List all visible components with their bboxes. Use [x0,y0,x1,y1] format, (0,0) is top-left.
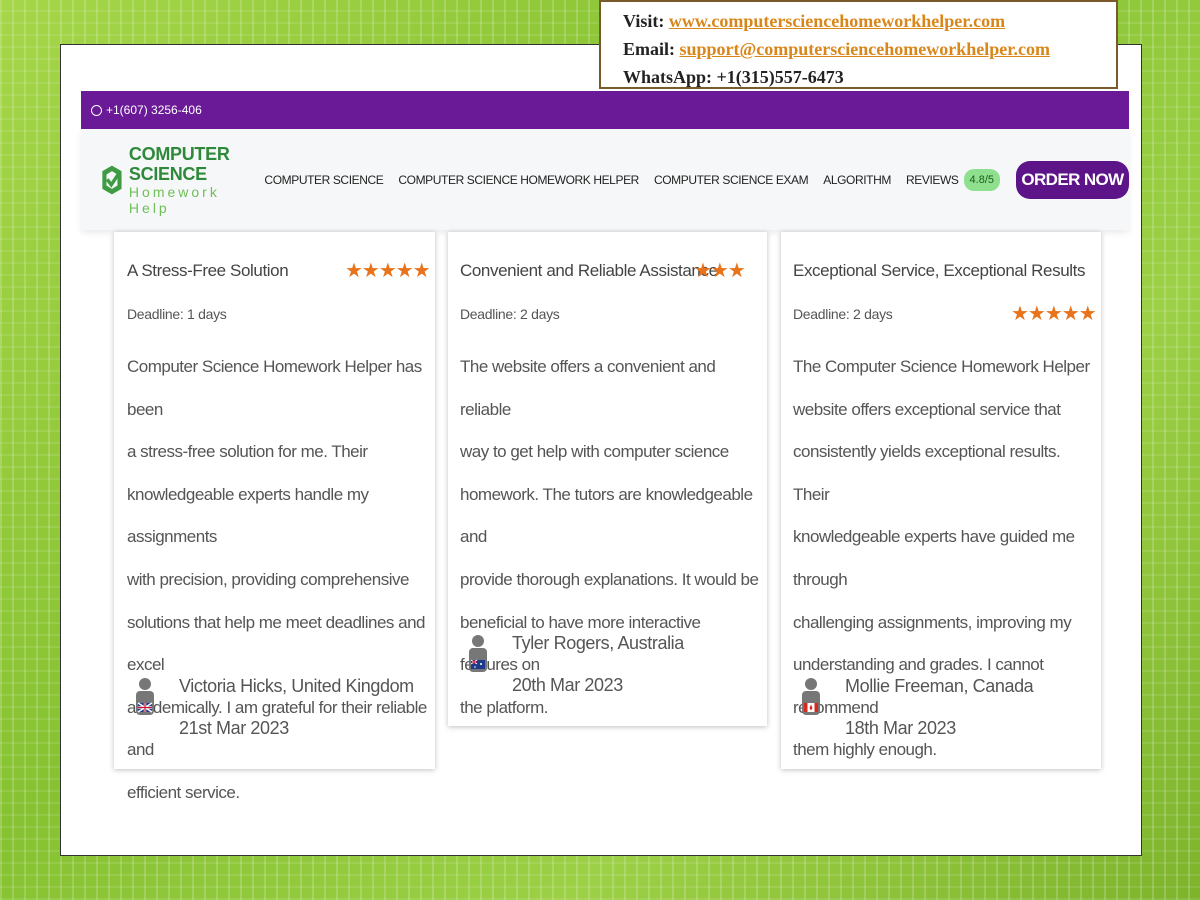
review-deadline: Deadline: 2 days [460,306,560,322]
canada-flag-icon [804,703,818,712]
user-avatar-icon [802,678,820,715]
navbar: COMPUTER SCIENCE Homework Help COMPUTER … [81,129,1129,230]
logo-mark-icon [102,165,122,194]
review-text: The Computer Science Homework Helper web… [793,346,1093,772]
reviewer-name: Mollie Freeman, Canada [845,676,1034,696]
review-text: Computer Science Homework Helper has bee… [127,346,427,815]
email-label: Email: [623,39,675,59]
review-line: The website offers a convenient and reli… [460,357,716,419]
review-line: homework. The tutors are knowledgeable a… [460,484,753,547]
logo-title: COMPUTER SCIENCE [128,143,230,184]
rating-badge: 4.8/5 [963,168,1000,191]
review-deadline: Deadline: 1 days [127,306,227,322]
menu-item-computer-science[interactable]: COMPUTER SCIENCE [264,173,383,187]
email-link[interactable]: support@computersciencehomeworkhelper.co… [680,39,1051,59]
review-card: A Stress-Free Solution ★★★★★ Deadline: 1… [114,232,435,802]
review-line: The Computer Science Homework Helper [793,357,1090,376]
main-menu: COMPUTER SCIENCE COMPUTER SCIENCE HOMEWO… [264,160,1129,199]
review-line: Computer Science Homework Helper has bee… [127,357,422,419]
review-line: solutions that help me meet deadlines an… [127,612,425,675]
star-rating-icon: ★★★★★ [1011,303,1097,325]
review-line: challenging assignments, improving my [793,612,1072,632]
menu-item-homework-helper[interactable]: COMPUTER SCIENCE HOMEWORK HELPER [398,173,639,187]
reviewer-name: Victoria Hicks, United Kingdom [179,676,414,696]
visit-label: Visit: [623,11,665,31]
review-line: knowledgeable experts have guided me thr… [793,527,1075,589]
review-line: with precision, providing comprehensive [127,569,409,589]
order-now-button[interactable]: ORDER NOW [1016,160,1129,199]
contact-email-row: Email: support@computersciencehomeworkhe… [623,35,1116,63]
review-line: efficient service. [127,782,240,802]
menu-item-exam[interactable]: COMPUTER SCIENCE EXAM [654,173,809,187]
review-card: Convenient and Reliable Assistance ★★★ D… [448,232,767,726]
topbar-phone[interactable]: +1(607) 3256-406 [106,103,202,117]
review-title: Convenient and Reliable Assistance [460,261,718,280]
logo-subtitle: Homework Help [128,183,220,216]
user-avatar-icon [469,635,487,672]
reviewer-name: Tyler Rogers, Australia [512,633,684,653]
review-line: knowledgeable experts handle my assignme… [127,484,369,547]
menu-item-algorithm[interactable]: ALGORITHM [823,173,891,187]
review-date: 20th Mar 2023 [512,675,623,695]
review-date: 21st Mar 2023 [179,718,289,738]
contact-visit-row: Visit: www.computersciencehomeworkhelper… [623,7,1116,35]
star-rating-icon: ★★★★★ [345,260,431,282]
contact-box: Visit: www.computersciencehomeworkhelper… [599,0,1118,89]
whatsapp-icon [91,104,102,116]
logo[interactable]: COMPUTER SCIENCE Homework Help [101,144,254,216]
australia-flag-icon [470,659,485,669]
review-line: consistently yields exceptional results.… [793,442,1061,504]
review-date: 18th Mar 2023 [845,718,956,738]
review-line: website offers exceptional service that [793,399,1061,419]
review-title: A Stress-Free Solution [127,261,289,280]
whatsapp-text: WhatsApp: +1(315)557-6473 [623,67,844,87]
website-link[interactable]: www.computersciencehomeworkhelper.com [669,11,1005,31]
review-title: Exceptional Service, Exceptional Results [793,261,1086,280]
uk-flag-icon [137,702,153,713]
review-card: Exceptional Service, Exceptional Results… [781,232,1101,769]
review-deadline: Deadline: 2 days [793,306,893,322]
top-bar: +1(607) 3256-406 [81,91,1129,129]
review-text: The website offers a convenient and reli… [460,346,760,729]
user-avatar-icon [136,678,154,715]
menu-item-reviews[interactable]: REVIEWS [906,173,959,187]
star-rating-icon: ★★★ [694,260,746,282]
review-line: way to get help with computer science [460,442,729,462]
review-line: provide thorough explanations. It would … [460,569,759,589]
review-line: a stress-free solution for me. Their [127,442,368,462]
